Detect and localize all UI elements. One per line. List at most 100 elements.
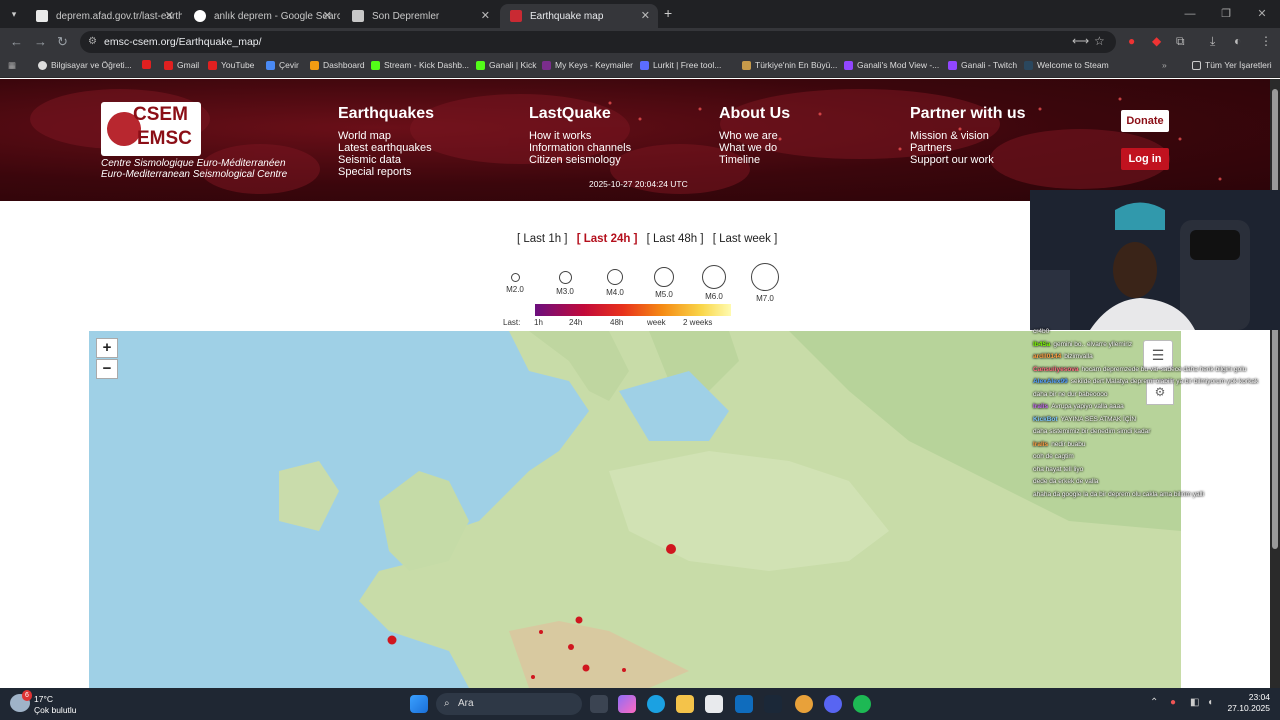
bookmark-item[interactable]: Türkiye'nin En Büyü... <box>742 60 837 70</box>
volume-icon[interactable]: ◖ <box>1207 697 1213 708</box>
zoom-in-button[interactable]: + <box>96 338 118 358</box>
close-tab-icon[interactable]: ✕ <box>165 9 174 22</box>
bookmark-item[interactable]: YouTube <box>208 60 254 70</box>
bookmark-item[interactable]: My Keys - Keymailer <box>542 60 633 70</box>
nav-heading[interactable]: Partner with us <box>910 105 1026 123</box>
steam-icon[interactable] <box>764 695 782 713</box>
forward-icon[interactable]: → <box>34 34 47 49</box>
menu-kebab-icon[interactable]: ⋮ <box>1260 34 1272 48</box>
bookmark-item[interactable]: Çevir <box>266 60 299 70</box>
bookmark-item[interactable]: Ganali - Twitch <box>948 60 1017 70</box>
bookmark-item[interactable]: Bilgisayar ve Öğreti... <box>38 60 132 70</box>
file-explorer-icon[interactable] <box>676 695 694 713</box>
download-icon[interactable]: ⤓ <box>1210 34 1215 49</box>
extension-icon[interactable]: ◆ <box>1152 34 1161 48</box>
taskbar-search[interactable]: ⌕ Ara <box>436 693 582 715</box>
system-clock[interactable]: 23:04 27.10.2025 <box>1227 692 1270 714</box>
filter-last-24h[interactable]: [ Last 24h ] <box>577 233 638 245</box>
quake-marker-layer <box>387 544 676 679</box>
bookmark-item[interactable]: Lurkit | Free tool... <box>640 60 721 70</box>
nav-heading[interactable]: Earthquakes <box>338 105 434 123</box>
nav-link-seismic-data[interactable]: Seismic data <box>338 154 434 166</box>
bookmark-item[interactable]: Gmail <box>164 60 199 70</box>
profile-avatar-icon[interactable]: ◐ <box>1234 34 1241 48</box>
nav-heading[interactable]: LastQuake <box>529 105 631 123</box>
bookmark-item[interactable]: Welcome to Steam <box>1024 60 1109 70</box>
bookmarks-overflow-icon[interactable]: » <box>1162 60 1167 70</box>
spotify-icon[interactable] <box>853 695 871 713</box>
earthquake-marker[interactable] <box>531 675 535 679</box>
filter-last-1h[interactable]: [ Last 1h ] <box>517 233 568 245</box>
bookmark-item[interactable] <box>142 60 155 69</box>
nav-link-support-our-work[interactable]: Support our work <box>910 154 1026 166</box>
tab-son-depremler[interactable]: Son Depremler ✕ <box>342 4 498 28</box>
nav-link-timeline[interactable]: Timeline <box>719 154 790 166</box>
bookmark-item[interactable]: Ganali's Mod View -... <box>844 60 939 70</box>
close-window-icon[interactable]: ✕ <box>1244 0 1280 28</box>
close-tab-icon[interactable]: ✕ <box>481 9 490 22</box>
zoom-out-button[interactable]: − <box>96 359 118 379</box>
address-bar[interactable]: ⚙ emsc-csem.org/Earthquake_map/ <box>80 31 1116 53</box>
nav-heading[interactable]: About Us <box>719 105 790 123</box>
apps-grid-icon[interactable]: ▦ <box>8 60 16 71</box>
store-icon[interactable] <box>705 695 723 713</box>
chat-text: YAYINA SES ATMAK İÇİN <box>1060 415 1137 423</box>
chrome-icon[interactable] <box>795 695 813 713</box>
earthquake-marker[interactable] <box>582 664 590 672</box>
nav-link-how-it-works[interactable]: How it works <box>529 130 631 142</box>
earthquake-map[interactable]: + − ☰ ⚙ <box>89 331 1181 688</box>
nav-link-information-channels[interactable]: Information channels <box>529 142 631 154</box>
tab-title: Son Depremler <box>372 10 440 22</box>
all-bookmarks-folder[interactable]: Tüm Yer İşaretleri <box>1192 60 1272 70</box>
bookmark-item[interactable]: Ganali | Kick <box>476 60 537 70</box>
earthquake-marker[interactable] <box>622 668 626 672</box>
bookmark-item[interactable]: Dashboard <box>310 60 365 70</box>
earthquake-marker[interactable] <box>387 635 397 645</box>
minimize-icon[interactable]: — <box>1172 0 1208 28</box>
nav-link-special-reports[interactable]: Special reports <box>338 166 434 178</box>
donate-button[interactable]: Donate <box>1121 110 1169 132</box>
tab-earthquake-map[interactable]: Earthquake map ✕ <box>500 4 658 28</box>
filter-last-week[interactable]: [ Last week ] <box>713 233 778 245</box>
earthquake-marker[interactable] <box>666 544 676 554</box>
maximize-icon[interactable]: ❐ <box>1208 0 1244 28</box>
magnitude-legend-item: M4.0 <box>603 269 627 297</box>
earthquake-marker[interactable] <box>568 644 574 650</box>
site-info-icon[interactable]: ⚙ <box>88 31 97 53</box>
reload-icon[interactable]: ↻ <box>57 34 68 50</box>
nav-link-world-map[interactable]: World map <box>338 130 434 142</box>
edge-icon[interactable] <box>647 695 665 713</box>
login-button[interactable]: Log in <box>1121 148 1169 170</box>
clock-date: 27.10.2025 <box>1227 703 1270 713</box>
task-view-icon[interactable] <box>590 695 608 713</box>
tab-google[interactable]: anlık deprem - Google Search ✕ <box>184 4 340 28</box>
windows-start-icon[interactable] <box>410 695 428 713</box>
extensions-puzzle-icon[interactable]: ⧉ <box>1176 34 1185 49</box>
new-tab-icon[interactable]: + <box>664 5 672 21</box>
translate-icon[interactable]: ⟷ <box>1072 34 1089 48</box>
bookmark-item[interactable]: Stream - Kick Dashb... <box>371 60 469 70</box>
earthquake-marker[interactable] <box>539 630 543 634</box>
outlook-icon[interactable] <box>735 695 753 713</box>
close-tab-icon[interactable]: ✕ <box>641 9 650 22</box>
filter-last-48h[interactable]: [ Last 48h ] <box>647 233 704 245</box>
nav-link-who-we-are[interactable]: Who we are <box>719 130 790 142</box>
emsc-logo[interactable]: CSEM EMSC <box>101 102 201 156</box>
nav-link-citizen-seismology[interactable]: Citizen seismology <box>529 154 631 166</box>
nav-link-mission-vision[interactable]: Mission & vision <box>910 130 1026 142</box>
extension-icon[interactable]: ● <box>1128 34 1135 48</box>
nav-link-what-we-do[interactable]: What we do <box>719 142 790 154</box>
tray-overflow-icon[interactable]: ⌃ <box>1150 697 1158 708</box>
nav-link-partners[interactable]: Partners <box>910 142 1026 154</box>
tab-afad[interactable]: deprem.afad.gov.tr/last-earthq ✕ <box>26 4 182 28</box>
back-icon[interactable]: ← <box>10 34 23 49</box>
discord-icon[interactable] <box>824 695 842 713</box>
network-icon[interactable]: ◧ <box>1190 697 1199 708</box>
copilot-icon[interactable] <box>618 695 636 713</box>
tab-search-icon[interactable]: ▾ <box>6 6 22 22</box>
nav-link-latest-earthquakes[interactable]: Latest earthquakes <box>338 142 434 154</box>
close-tab-icon[interactable]: ✕ <box>323 9 332 22</box>
microphone-icon[interactable]: ● <box>1170 697 1176 708</box>
earthquake-marker[interactable] <box>575 616 583 624</box>
bookmark-star-icon[interactable]: ☆ <box>1094 34 1105 48</box>
